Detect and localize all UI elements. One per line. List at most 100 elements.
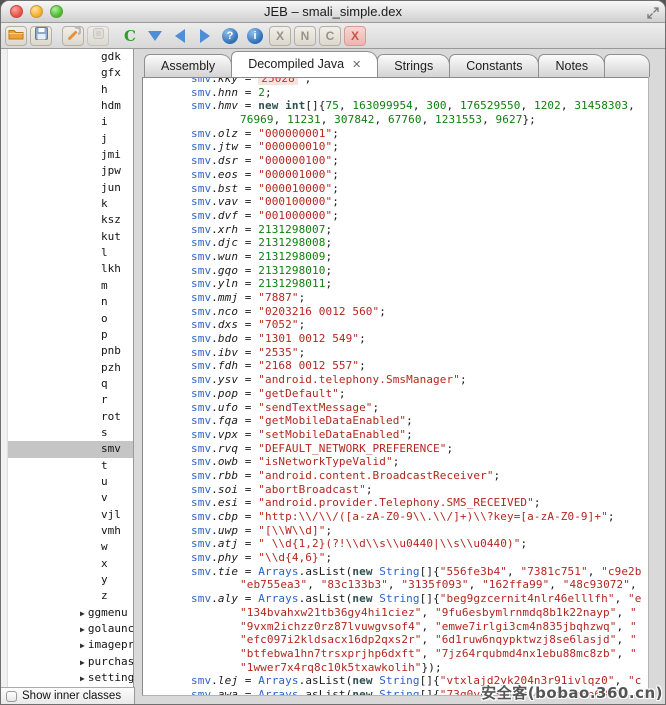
resize-corner-icon[interactable] [647,6,659,24]
rename-button[interactable]: N [294,26,316,46]
code-line[interactable]: smv.rbb = "android.content.BroadcastRece… [143,469,648,483]
sidebar-class-item[interactable]: jmi [1,147,133,163]
sidebar-class-item[interactable]: smv [1,441,133,457]
tab-constants[interactable]: Constants [449,54,539,77]
sidebar-class-item[interactable]: k [1,196,133,212]
sidebar-package-item[interactable]: ▶imagepre [1,637,133,653]
sidebar-class-item[interactable]: jun [1,180,133,196]
sidebar-class-item[interactable]: s [1,425,133,441]
sidebar-package-item[interactable]: ▶purchase [1,654,133,670]
sidebar-class-item[interactable]: kut [1,229,133,245]
expander-arrow-icon[interactable]: ▶ [80,625,85,634]
code-line[interactable]: smv.soi = "abortBroadcast"; [143,483,648,497]
code-line[interactable]: smv.tie = Arrays.asList(new String[]{"55… [143,565,648,579]
code-line[interactable]: smv.fdh = "2168 0012 557"; [143,359,648,373]
tab-notes[interactable]: Notes [538,54,605,77]
tools-button[interactable] [62,26,84,46]
expander-arrow-icon[interactable]: ▶ [80,641,85,650]
code-line[interactable]: smv.ufo = "sendTextMessage"; [143,401,648,415]
sidebar-class-item[interactable]: vmh [1,523,133,539]
code-line[interactable]: smv.pop = "getDefault"; [143,387,648,401]
code-line[interactable]: smv.kky = 25028 ; [143,77,648,86]
sidebar-class-item[interactable]: y [1,572,133,588]
minimize-window-button[interactable] [30,5,43,18]
decompiled-code-panel[interactable]: smv.kky = 25028 ;smv.hnn = 2;smv.hmv = n… [142,77,649,696]
code-line[interactable]: smv.dvf = "001000000"; [143,209,648,223]
tab-strings[interactable]: Strings [377,54,450,77]
sidebar-package-item[interactable]: ▶golaunch [1,621,133,637]
xref-button[interactable]: X [269,26,291,46]
code-line[interactable]: smv.wun = 2131298009; [143,250,648,264]
sidebar-class-item[interactable]: pnb [1,343,133,359]
sidebar-class-item[interactable]: m [1,278,133,294]
code-line[interactable]: smv.vav = "000100000"; [143,195,648,209]
sidebar-package-item[interactable]: ▶ggmenu [1,605,133,621]
sidebar-class-item[interactable]: jpw [1,163,133,179]
navigate-back-button[interactable] [169,26,191,46]
code-line[interactable]: smv.nco = "0203216 0012 560"; [143,305,648,319]
sidebar-class-item[interactable]: i [1,114,133,130]
sidebar-class-item[interactable]: n [1,294,133,310]
expander-arrow-icon[interactable]: ▶ [80,674,85,683]
sidebar-class-item[interactable]: q [1,376,133,392]
code-line[interactable]: smv.phy = "\\d{4,6}"; [143,551,648,565]
expander-arrow-icon[interactable]: ▶ [80,658,85,667]
code-line[interactable]: smv.ysv = "android.telephony.SmsManager"… [143,373,648,387]
code-line[interactable]: smv.aly = Arrays.asList(new String[]{"be… [143,592,648,606]
sidebar-class-item[interactable]: x [1,556,133,572]
code-line[interactable]: smv.uwp = "[\\W\\d]"; [143,524,648,538]
expander-arrow-icon[interactable]: ▶ [80,609,85,618]
sidebar-class-item[interactable]: hdm [1,98,133,114]
close-window-button[interactable] [10,5,23,18]
help-button[interactable]: ? [219,26,241,46]
code-line[interactable]: smv.owb = "isNetworkTypeValid"; [143,455,648,469]
code-line[interactable]: smv.hmv = new int[]{75, 163099954, 300, … [143,99,648,113]
code-line[interactable]: "efc097i2kldsacx16dp2qxs2r", "6d1ruw6nqy… [143,633,648,647]
sidebar-class-item[interactable]: j [1,131,133,147]
refresh-button[interactable]: C [119,26,141,46]
comment-button[interactable]: C [319,26,341,46]
sidebar-class-item[interactable]: l [1,245,133,261]
title-bar[interactable]: JEB – smali_simple.dex [1,1,665,23]
tab-decompiled-java[interactable]: Decompiled Java✕ [231,51,378,77]
sidebar-class-item[interactable]: rot [1,409,133,425]
sidebar-class-item[interactable]: pzh [1,360,133,376]
code-line[interactable]: smv.olz = "000000001"; [143,127,648,141]
sidebar-class-item[interactable]: gdk [1,49,133,65]
code-line[interactable]: "1wwer7x4rq8c10k5txawkolih"}); [143,661,648,675]
code-line[interactable]: smv.jtw = "000000010"; [143,140,648,154]
code-line[interactable]: 76969, 11231, 307842, 67760, 1231553, 96… [143,113,648,127]
code-line[interactable]: smv.vpx = "setMobileDataEnabled"; [143,428,648,442]
code-line[interactable]: smv.bst = "000010000"; [143,182,648,196]
code-line[interactable]: "9vxm2ichzz0rz87lvuwgvsof4", "emwe7irlgi… [143,620,648,634]
code-line[interactable]: smv.atj = " \\d{1,2}(?!\\d\\s\\u0440|\\s… [143,537,648,551]
info-button[interactable]: i [244,26,266,46]
sidebar-class-item[interactable]: p [1,327,133,343]
delete-button[interactable]: X [344,26,366,46]
save-button[interactable] [30,26,52,46]
code-line[interactable]: "btfebwa1hn7trsxprjhp6dxft", "7jz64rqubm… [143,647,648,661]
code-line[interactable]: smv.cbp = "http:\\/\\/([a-zA-Z0-9\\.\\/]… [143,510,648,524]
sidebar-class-item[interactable]: w [1,539,133,555]
code-line[interactable]: smv.bdo = "1301 0012 549"; [143,332,648,346]
code-line[interactable]: smv.hnn = 2; [143,86,648,100]
sidebar-class-item[interactable]: z [1,588,133,604]
code-line[interactable]: smv.dxs = "7052"; [143,318,648,332]
navigate-forward-button[interactable] [194,26,216,46]
code-line[interactable]: smv.ibv = "2535"; [143,346,648,360]
code-line[interactable]: smv.eos = "000001000"; [143,168,648,182]
sidebar-class-item[interactable]: v [1,490,133,506]
code-line[interactable]: smv.esi = "android.provider.Telephony.SM… [143,496,648,510]
code-line[interactable]: smv.fqa = "getMobileDataEnabled"; [143,414,648,428]
sidebar-class-item[interactable]: lkh [1,261,133,277]
code-line[interactable]: smv.mmj = "7887"; [143,291,648,305]
sidebar-class-item[interactable]: r [1,392,133,408]
zoom-window-button[interactable] [50,5,63,18]
code-line[interactable]: smv.yln = 2131298011; [143,277,648,291]
sidebar-class-item[interactable]: t [1,458,133,474]
sidebar-class-item[interactable]: h [1,82,133,98]
open-file-button[interactable] [5,26,27,46]
code-line[interactable]: "134bvahxw21tb36gy4hi1ciez", "9fu6esbyml… [143,606,648,620]
sidebar-package-item[interactable]: ▶settings [1,670,133,686]
code-line[interactable]: smv.gqo = 2131298010; [143,264,648,278]
